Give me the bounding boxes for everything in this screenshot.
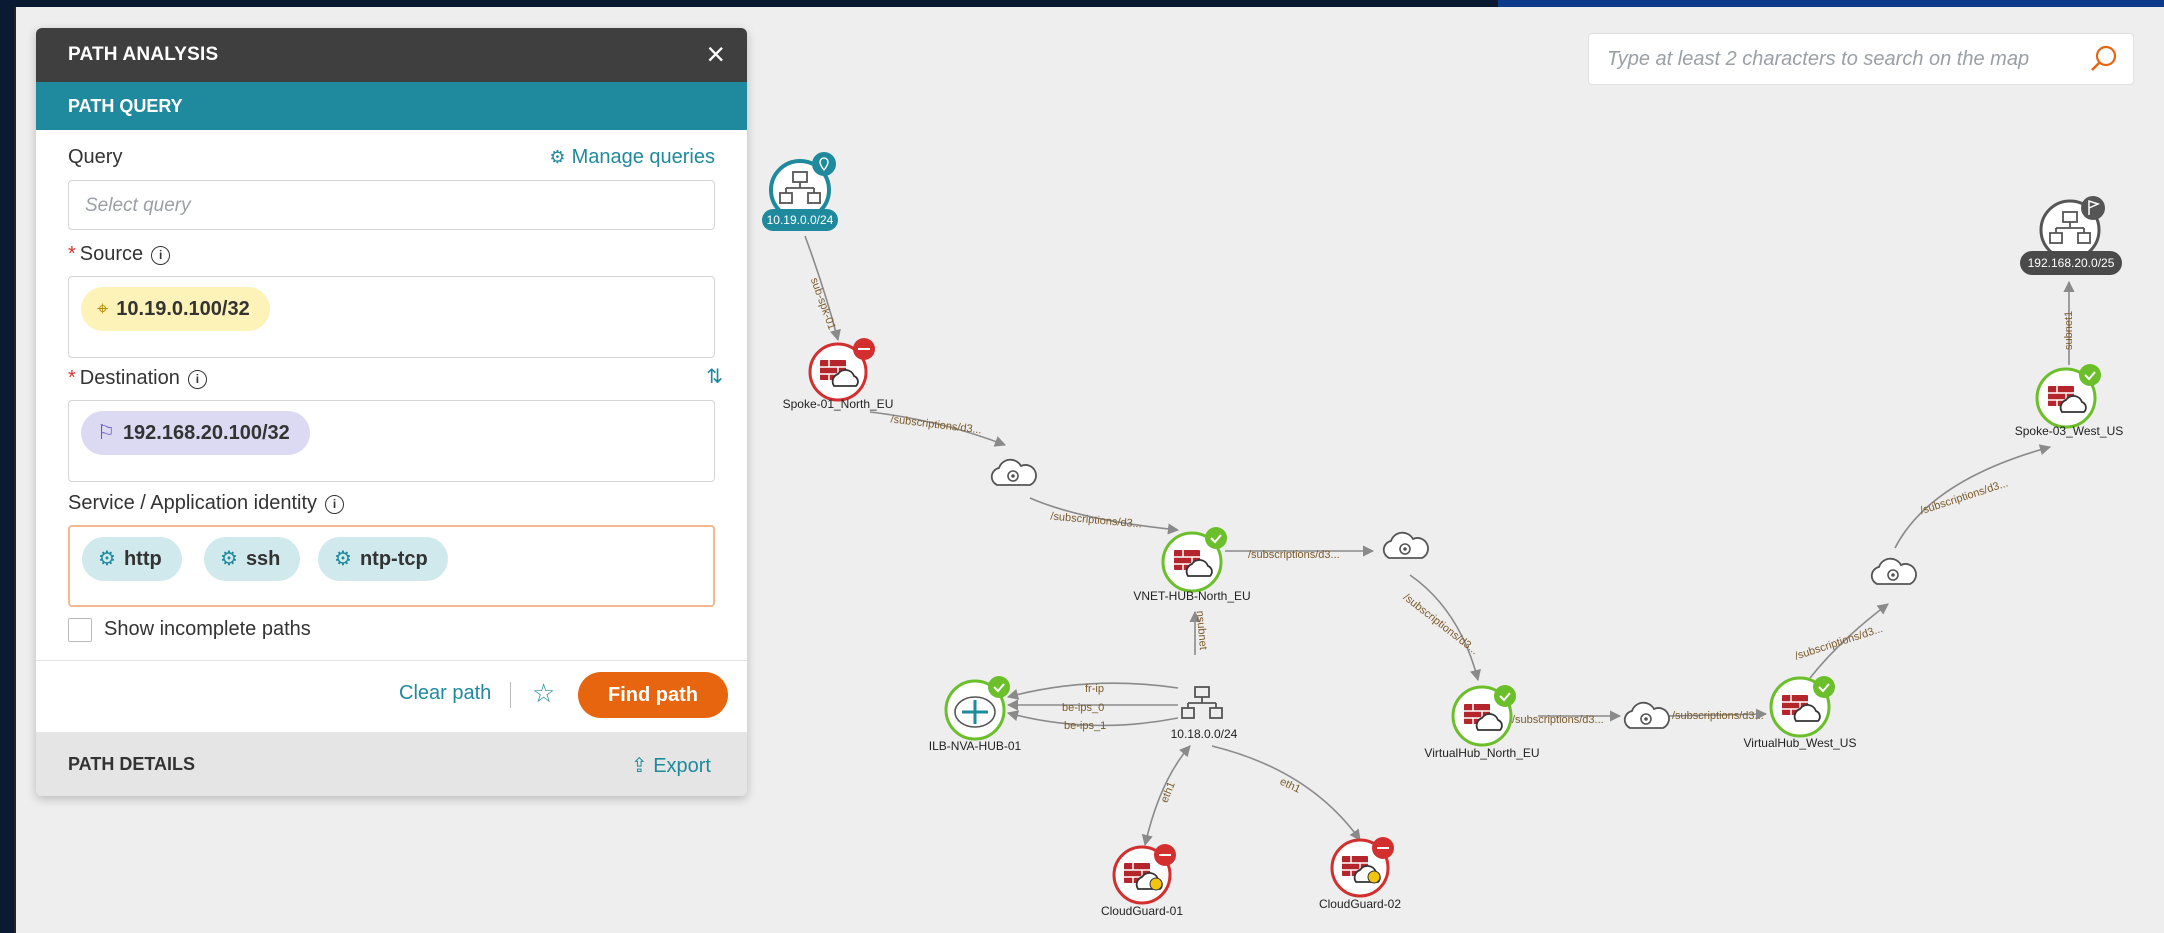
service-icon: ⚙ bbox=[334, 548, 352, 570]
export-icon: ⇪ bbox=[630, 755, 654, 777]
path-details-section[interactable]: PATH DETAILS ⇪ Export bbox=[36, 732, 747, 796]
node-label-cloudguard-02: CloudGuard-02 bbox=[1319, 897, 1401, 911]
source-label: * Source i bbox=[68, 243, 171, 266]
allowed-status-icon bbox=[1494, 685, 1516, 707]
node-ilb-nva[interactable]: ILB-NVA-HUB-01 bbox=[929, 676, 1022, 753]
node-label-ilb-nva: ILB-NVA-HUB-01 bbox=[929, 739, 1022, 753]
flag-icon: ⚐ bbox=[97, 422, 115, 444]
path-details-title: PATH DETAILS bbox=[68, 754, 195, 774]
allowed-status-icon bbox=[1205, 527, 1227, 549]
edge-label-subs-4: /subscriptions/d3... bbox=[1401, 591, 1481, 657]
node-label-spoke-03: Spoke-03_West_US bbox=[2015, 424, 2124, 438]
query-label: Query bbox=[68, 146, 123, 168]
find-path-button[interactable]: Find path bbox=[578, 672, 728, 718]
export-button[interactable]: ⇪ Export bbox=[631, 753, 711, 778]
info-icon: i bbox=[151, 246, 171, 265]
edge-label-eth1-b: eth1 bbox=[1278, 776, 1302, 796]
edge-label-subnet1: subnet1 bbox=[2063, 311, 2075, 350]
query-placeholder: Select query bbox=[85, 195, 191, 216]
node-label-vnet-hub: VNET-HUB-North_EU bbox=[1133, 589, 1250, 603]
path-query-title: PATH QUERY bbox=[68, 96, 183, 116]
edge-label-subs-7: /subscriptions/d3... bbox=[1793, 623, 1884, 663]
edge-label-nsubnet: nsubnet bbox=[1194, 610, 1209, 650]
service-field[interactable]: ⚙ http ⚙ ssh ⚙ ntp-tcp bbox=[68, 525, 715, 607]
manage-queries-link[interactable]: ⚙ Manage queries bbox=[549, 146, 715, 169]
node-cloudguard-01[interactable]: CloudGuard-01 bbox=[1101, 844, 1183, 918]
query-select[interactable]: Select query bbox=[68, 180, 715, 230]
swap-icon[interactable]: ⇅ bbox=[706, 364, 723, 389]
service-label: Service / Application identity i bbox=[68, 492, 345, 515]
panel-title: PATH ANALYSIS bbox=[68, 44, 219, 65]
edge-label-subs-1: /subscriptions/d3... bbox=[890, 413, 982, 436]
node-label-spoke-01: Spoke-01_North_EU bbox=[783, 397, 894, 411]
service-chip-ntp-tcp[interactable]: ⚙ ntp-tcp bbox=[318, 537, 448, 581]
search-placeholder: Type at least 2 characters to search on … bbox=[1607, 48, 2030, 70]
node-label-subnet-destination: 192.168.20.0/25 bbox=[2028, 256, 2115, 270]
info-icon: i bbox=[187, 370, 207, 389]
destination-field[interactable]: ⚐ 192.168.20.100/32 bbox=[68, 400, 715, 482]
node-vnet-peering-1[interactable] bbox=[990, 458, 1037, 486]
service-chip-http[interactable]: ⚙ http bbox=[82, 537, 182, 581]
node-label-virtualhub-west-us: VirtualHub_West_US bbox=[1744, 736, 1857, 750]
node-subnet-mid[interactable]: 10.18.0.0/24 bbox=[1171, 686, 1238, 741]
show-incomplete-checkbox[interactable] bbox=[68, 618, 92, 642]
edge-label-subs-6: /subscriptions/d3... bbox=[1672, 710, 1764, 722]
node-spoke-01[interactable]: Spoke-01_North_EU bbox=[783, 338, 894, 411]
node-subnet-destination[interactable]: 192.168.20.0/25 bbox=[2020, 196, 2122, 275]
node-label-cloudguard-01: CloudGuard-01 bbox=[1101, 904, 1183, 918]
edge-label-subs-8: /subscriptions/d3... bbox=[1919, 477, 2010, 517]
node-vnet-peering-2[interactable] bbox=[1382, 531, 1429, 559]
edge-label-fr-ip: fr-ip bbox=[1085, 683, 1104, 695]
close-icon[interactable]: × bbox=[706, 37, 725, 71]
node-label-virtualhub-north-eu: VirtualHub_North_EU bbox=[1424, 746, 1539, 760]
location-pin-icon bbox=[812, 152, 836, 176]
node-subnet-source[interactable]: 10.19.0.0/24 bbox=[762, 152, 838, 231]
node-vnet-peering-3[interactable] bbox=[1870, 557, 1917, 585]
map-search-input[interactable]: Type at least 2 characters to search on … bbox=[1588, 33, 2134, 85]
node-vnet-hub[interactable]: VNET-HUB-North_EU bbox=[1133, 527, 1251, 603]
show-incomplete-label: Show incomplete paths bbox=[104, 618, 311, 640]
location-pin-icon: ⌖ bbox=[97, 298, 109, 320]
panel-header: PATH ANALYSIS × bbox=[36, 28, 747, 82]
allowed-status-icon bbox=[2079, 364, 2101, 386]
service-icon: ⚙ bbox=[220, 548, 238, 570]
node-label-subnet-mid: 10.18.0.0/24 bbox=[1171, 727, 1238, 741]
path-analysis-panel: PATH ANALYSIS × PATH QUERY Query ⚙ Manage… bbox=[36, 28, 747, 796]
node-cloudguard-02[interactable]: CloudGuard-02 bbox=[1319, 837, 1401, 911]
divider bbox=[510, 682, 511, 708]
edge-label-subs-3: /subscriptions/d3... bbox=[1248, 549, 1340, 561]
info-icon: i bbox=[325, 495, 345, 514]
node-hub-connection[interactable] bbox=[1623, 701, 1670, 729]
source-chip[interactable]: ⌖ 10.19.0.100/32 bbox=[81, 287, 270, 331]
allowed-status-icon bbox=[1813, 676, 1835, 698]
edge-label-sub-spk: sub-spk-01 bbox=[808, 276, 838, 331]
edge-label-subs-2: /subscriptions/d3... bbox=[1050, 511, 1142, 531]
clear-path-link[interactable]: Clear path bbox=[399, 682, 491, 705]
edge-label-be-ips-1: be-ips_1 bbox=[1064, 720, 1106, 732]
search-icon[interactable] bbox=[2089, 44, 2119, 74]
gear-icon: ⚙ bbox=[549, 147, 566, 167]
service-chip-ssh[interactable]: ⚙ ssh bbox=[204, 537, 301, 581]
source-field[interactable]: ⌖ 10.19.0.100/32 bbox=[68, 276, 715, 358]
edge-label-subs-5: /subscriptions/d3... bbox=[1512, 714, 1604, 726]
divider bbox=[36, 660, 747, 661]
path-query-header[interactable]: PATH QUERY bbox=[36, 82, 747, 130]
destination-label: * Destination i bbox=[68, 367, 207, 390]
service-icon: ⚙ bbox=[98, 548, 116, 570]
destination-chip[interactable]: ⚐ 192.168.20.100/32 bbox=[81, 411, 310, 455]
edge-label-be-ips-0: be-ips_0 bbox=[1062, 702, 1104, 714]
node-label-subnet-source: 10.19.0.0/24 bbox=[767, 213, 834, 227]
edge-label-eth1-a: eth1 bbox=[1159, 780, 1178, 804]
node-spoke-03[interactable]: Spoke-03_West_US bbox=[2015, 364, 2124, 438]
flag-icon bbox=[2081, 196, 2105, 220]
allowed-status-icon bbox=[988, 676, 1010, 698]
star-icon[interactable]: ☆ bbox=[532, 678, 555, 709]
